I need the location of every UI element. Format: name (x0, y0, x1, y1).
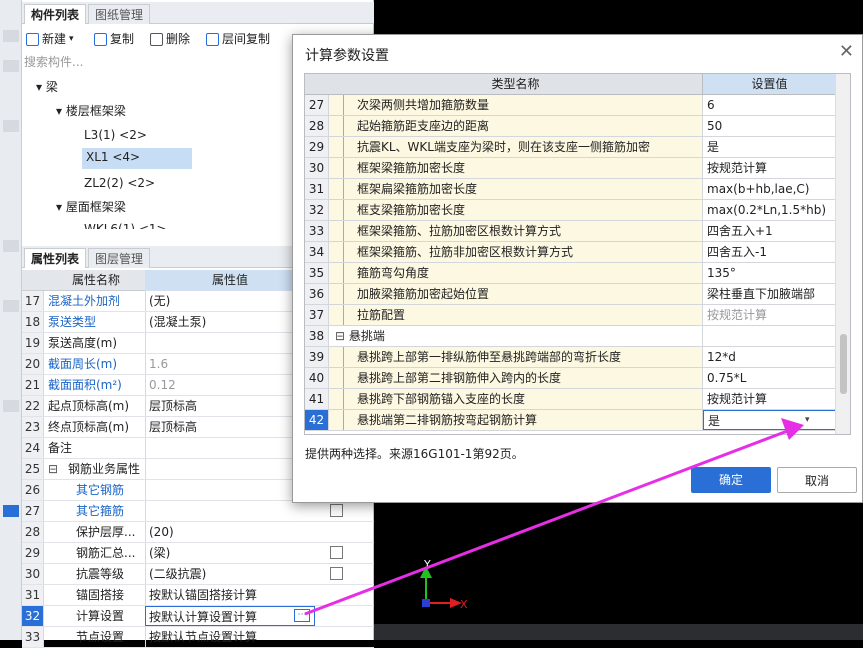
annotation-overlay (304, 418, 804, 616)
annotation-arrow (304, 428, 791, 616)
annotation-arrowhead-icon (781, 418, 804, 440)
